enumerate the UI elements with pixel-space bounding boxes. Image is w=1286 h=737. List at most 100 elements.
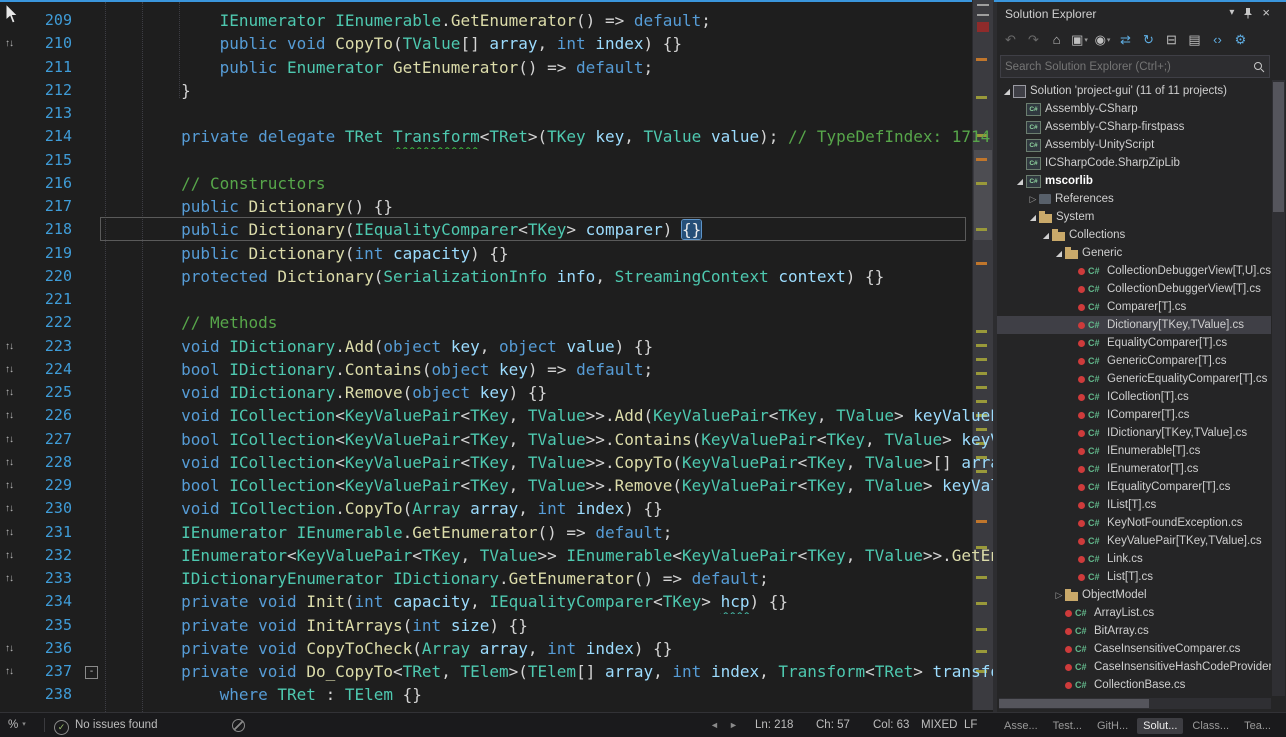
- suppressed-issues-icon[interactable]: [232, 719, 245, 732]
- view-code-icon[interactable]: ‹›: [1208, 30, 1227, 50]
- implements-indicator-icon[interactable]: ↑↓: [5, 386, 13, 400]
- code-line[interactable]: protected Dictionary(SerializationInfo i…: [104, 265, 993, 288]
- show-all-files-icon[interactable]: ▤: [1185, 30, 1204, 50]
- line-number[interactable]: 230: [24, 497, 72, 520]
- code-line[interactable]: // Constructors: [104, 172, 993, 195]
- code-line[interactable]: public Enumerator GetEnumerator() => def…: [104, 56, 993, 79]
- tree-item[interactable]: C#IEnumerator[T].cs: [997, 460, 1271, 478]
- line-number[interactable]: 220: [24, 265, 72, 288]
- implements-indicator-icon[interactable]: ↑↓: [5, 665, 13, 679]
- code-line[interactable]: public Dictionary(int capacity) {}: [104, 242, 993, 265]
- line-number[interactable]: 232: [24, 544, 72, 567]
- tree-item[interactable]: C#Assembly-UnityScript: [997, 136, 1271, 154]
- tree-horizontal-scrollbar[interactable]: [999, 698, 1271, 709]
- tree-item[interactable]: C#CollectionBase.cs: [997, 676, 1271, 694]
- code-line[interactable]: public Dictionary() {}: [104, 195, 993, 218]
- implements-indicator-icon[interactable]: ↑↓: [5, 409, 13, 423]
- implements-indicator-icon[interactable]: ↑↓: [5, 456, 13, 470]
- tool-window-tab[interactable]: Asse...: [998, 718, 1044, 734]
- tree-item[interactable]: C#CaseInsensitiveComparer.cs: [997, 640, 1271, 658]
- pin-icon[interactable]: [1243, 7, 1253, 19]
- line-number[interactable]: 212: [24, 79, 72, 102]
- line-number[interactable]: 234: [24, 590, 72, 613]
- code-line[interactable]: IDictionaryEnumerator IDictionary.GetEnu…: [104, 567, 993, 590]
- tree-item[interactable]: C#KeyValuePair[TKey,TValue].cs: [997, 532, 1271, 550]
- fold-collapse-icon[interactable]: -: [85, 666, 98, 679]
- line-number[interactable]: 228: [24, 451, 72, 474]
- expanded-arrow-icon[interactable]: ◢: [1027, 213, 1039, 222]
- status-column[interactable]: Col: 63: [873, 713, 909, 737]
- code-line[interactable]: private delegate TRet Transform<TRet>(TK…: [104, 125, 993, 148]
- code-line[interactable]: void ICollection.CopyTo(Array array, int…: [104, 497, 993, 520]
- line-number[interactable]: 222: [24, 311, 72, 334]
- tool-window-tab[interactable]: GitH...: [1091, 718, 1134, 734]
- implements-indicator-icon[interactable]: ↑↓: [5, 502, 13, 516]
- search-input[interactable]: [1001, 61, 1253, 73]
- line-number[interactable]: 231: [24, 521, 72, 544]
- tree-item[interactable]: C#EqualityComparer[T].cs: [997, 334, 1271, 352]
- code-line[interactable]: [104, 102, 970, 125]
- status-line-ending[interactable]: LF: [964, 713, 977, 737]
- line-number[interactable]: 216: [24, 172, 72, 195]
- implements-indicator-icon[interactable]: ↑↓: [5, 363, 13, 377]
- tree-item[interactable]: C#GenericEqualityComparer[T].cs: [997, 370, 1271, 388]
- tree-item[interactable]: C#CollectionDebuggerView[T,U].cs: [997, 262, 1271, 280]
- tree-item[interactable]: C#CaseInsensitiveHashCodeProvider.cs: [997, 658, 1271, 676]
- line-number[interactable]: 238: [24, 683, 72, 706]
- code-line[interactable]: IEnumerator<KeyValuePair<TKey, TValue>> …: [104, 544, 993, 567]
- tree-item[interactable]: C#BitArray.cs: [997, 622, 1271, 640]
- scroll-right-icon[interactable]: ►: [729, 713, 738, 737]
- code-line[interactable]: [104, 149, 970, 172]
- tool-window-tab[interactable]: Tea...: [1238, 718, 1277, 734]
- collapse-all-icon[interactable]: ⊟: [1162, 30, 1181, 50]
- implements-indicator-icon[interactable]: ↑↓: [5, 526, 13, 540]
- tree-item[interactable]: C#ICollection[T].cs: [997, 388, 1271, 406]
- code-line[interactable]: void ICollection<KeyValuePair<TKey, TVal…: [104, 451, 993, 474]
- code-editor[interactable]: 209 IEnumerator IEnumerable.GetEnumerator…: [0, 2, 993, 712]
- line-number[interactable]: 237: [24, 660, 72, 683]
- tree-item[interactable]: ◢Collections: [997, 226, 1271, 244]
- tree-item[interactable]: C#IEnumerable[T].cs: [997, 442, 1271, 460]
- switch-views-icon[interactable]: ▣▾: [1070, 30, 1089, 51]
- code-line[interactable]: public Dictionary(IEqualityComparer<TKey…: [104, 218, 993, 241]
- line-number[interactable]: 219: [24, 242, 72, 265]
- tree-item[interactable]: C#GenericComparer[T].cs: [997, 352, 1271, 370]
- collapsed-arrow-icon[interactable]: ▷: [1053, 590, 1065, 601]
- tree-item[interactable]: ▷References: [997, 190, 1271, 208]
- tree-item[interactable]: C#IEqualityComparer[T].cs: [997, 478, 1271, 496]
- tree-item[interactable]: ◢Solution 'project-gui' (11 of 11 projec…: [997, 82, 1271, 100]
- line-number[interactable]: 211: [24, 56, 72, 79]
- line-number[interactable]: 221: [24, 288, 72, 311]
- code-line[interactable]: void IDictionary.Remove(object key) {}: [104, 381, 993, 404]
- expanded-arrow-icon[interactable]: ◢: [1040, 231, 1052, 240]
- close-icon[interactable]: ×: [1262, 5, 1270, 20]
- implements-indicator-icon[interactable]: ↑↓: [5, 479, 13, 493]
- tree-item[interactable]: C#IDictionary[TKey,TValue].cs: [997, 424, 1271, 442]
- code-line[interactable]: void IDictionary.Add(object key, object …: [104, 335, 993, 358]
- filter-icon[interactable]: ◉▾: [1093, 30, 1112, 51]
- code-line[interactable]: private void CopyToCheck(Array array, in…: [104, 637, 993, 660]
- status-character[interactable]: Ch: 57: [816, 713, 850, 737]
- code-line[interactable]: private void InitArrays(int size) {}: [104, 614, 993, 637]
- code-line[interactable]: private static KeyValuePair<TKey, TValue…: [104, 707, 993, 713]
- status-indentation-mode[interactable]: MIXED: [921, 713, 957, 737]
- home-icon[interactable]: ⌂: [1047, 30, 1066, 50]
- line-number[interactable]: 223: [24, 335, 72, 358]
- line-number[interactable]: 213: [24, 102, 72, 125]
- implements-indicator-icon[interactable]: ↑↓: [5, 340, 13, 354]
- code-line[interactable]: }: [104, 79, 993, 102]
- tree-item[interactable]: C#ArrayList.cs: [997, 604, 1271, 622]
- tree-item[interactable]: C#Assembly-CSharp: [997, 100, 1271, 118]
- tree-item[interactable]: ▷ObjectModel: [997, 586, 1271, 604]
- tree-item[interactable]: C#Link.cs: [997, 550, 1271, 568]
- code-line[interactable]: bool ICollection<KeyValuePair<TKey, TVal…: [104, 474, 993, 497]
- tree-vertical-scrollbar[interactable]: [1272, 80, 1285, 696]
- code-line[interactable]: IEnumerator IEnumerable.GetEnumerator() …: [104, 9, 993, 32]
- code-line[interactable]: void ICollection<KeyValuePair<TKey, TVal…: [104, 404, 993, 427]
- line-number[interactable]: 209: [24, 9, 72, 32]
- tree-item[interactable]: C#ICSharpCode.SharpZipLib: [997, 154, 1271, 172]
- implements-indicator-icon[interactable]: ↑↓: [5, 433, 13, 447]
- expanded-arrow-icon[interactable]: ◢: [1053, 249, 1065, 258]
- tool-window-tab[interactable]: Test...: [1047, 718, 1088, 734]
- tool-window-tab[interactable]: Class...: [1186, 718, 1235, 734]
